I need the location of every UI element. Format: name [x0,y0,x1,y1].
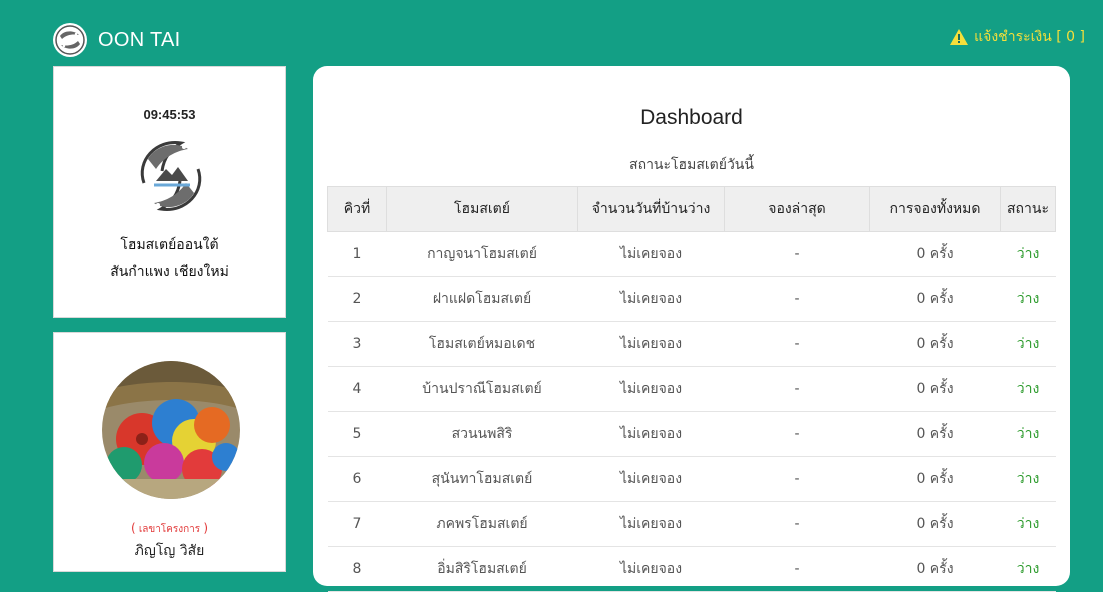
cell-homestay: กาญจนาโฮมสเตย์ [386,231,578,277]
column-header-total-bookings: การจองทั้งหมด [869,186,1001,232]
role-open-paren: ( [130,521,136,535]
avatar-image [102,361,240,499]
cell-status: ว่าง [1000,276,1056,322]
column-header-status: สถานะ [1000,186,1056,232]
brand-link[interactable]: OON TAI [52,22,180,58]
cell-free-days: ไม่เคยจอง [577,276,725,322]
cell-homestay: บ้านปราณีโฮมสเตย์ [386,366,578,412]
page-title: Dashboard [640,106,743,129]
table-row: 7 ภคพรโฮมสเตย์ ไม่เคยจอง - 0 ครั้ง ว่าง [327,501,1056,547]
column-header-free-days: จำนวนวันที่บ้านว่าง [577,186,725,232]
cell-free-days: ไม่เคยจอง [577,231,725,277]
cell-queue: 8 [327,546,387,592]
cell-homestay: โฮมสเตย์หมอเดช [386,321,578,367]
cell-total: 0 ครั้ง [869,411,1001,457]
cell-latest: - [724,546,870,592]
cell-free-days: ไม่เคยจอง [577,501,725,547]
cell-queue: 6 [327,456,387,502]
column-header-queue: คิวที่ [327,186,387,232]
cell-status: ว่าง [1000,456,1056,502]
cell-free-days: ไม่เคยจอง [577,546,725,592]
page-subtitle: สถานะโฮมสเตย์วันนี้ [629,157,754,173]
cell-queue: 2 [327,276,387,322]
cell-total: 0 ครั้ง [869,321,1001,367]
cell-latest: - [724,276,870,322]
cell-status: ว่าง [1000,501,1056,547]
cell-latest: - [724,456,870,502]
payment-notification-label: แจ้งชำระเงิน [ 0 ] [974,29,1085,45]
role-label: ( เลขาโครงการ ) [54,521,285,537]
homestay-status-table: คิวที่ โฮมสเตย์ จำนวนวันที่บ้านว่าง จองล… [327,186,1056,592]
cell-queue: 7 [327,501,387,547]
cell-free-days: ไม่เคยจอง [577,366,725,412]
column-header-latest-booking: จองล่าสุด [724,186,870,232]
cell-latest: - [724,231,870,277]
cell-latest: - [724,501,870,547]
cell-latest: - [724,321,870,367]
table-header-row: คิวที่ โฮมสเตย์ จำนวนวันที่บ้านว่าง จองล… [327,186,1056,232]
dashboard-card: Dashboard สถานะโฮมสเตย์วันนี้ คิวที่ โฮม… [313,66,1070,592]
profile-card: ( เลขาโครงการ ) ภิญโญ วิสัย [53,332,286,572]
homestay-name: โฮมสเตย์ออนใต้ สันกำแพง เชียงใหม่ [54,232,285,286]
table-row: 5 สวนนพสิริ ไม่เคยจอง - 0 ครั้ง ว่าง [327,411,1056,457]
warning-triangle-icon [950,29,969,45]
cell-homestay: อิ่มสิริโฮมสเตย์ [386,546,578,592]
homestay-name-line2: สันกำแพง เชียงใหม่ [110,264,229,280]
top-navbar: OON TAI แจ้งชำระเงิน [ 0 ] [0,0,1103,66]
cell-total: 0 ครั้ง [869,456,1001,502]
cell-total: 0 ครั้ง [869,546,1001,592]
cell-queue: 1 [327,231,387,277]
table-row: 1 กาญจนาโฮมสเตย์ ไม่เคยจอง - 0 ครั้ง ว่า… [327,231,1056,277]
fish-logo-icon [53,23,87,57]
cell-status: ว่าง [1000,366,1056,412]
cell-homestay: สวนนพสิริ [386,411,578,457]
column-header-homestay: โฮมสเตย์ [386,186,578,232]
table-row: 4 บ้านปราณีโฮมสเตย์ ไม่เคยจอง - 0 ครั้ง … [327,366,1056,412]
cell-total: 0 ครั้ง [869,276,1001,322]
homestay-name-line1: โฮมสเตย์ออนใต้ [120,237,219,253]
cell-queue: 3 [327,321,387,367]
role-close-paren: ) [203,521,209,535]
cell-homestay: ภคพรโฮมสเตย์ [386,501,578,547]
homestay-info-card: 09:45:53 โฮมสเตย์ออนใต้ สันกำแพง เชียงให… [53,66,286,318]
cell-free-days: ไม่เคยจอง [577,411,725,457]
person-name: ภิญโญ วิสัย [134,543,205,559]
clock: 09:45:53 [143,107,196,122]
cell-status: ว่าง [1000,321,1056,367]
table-row: 2 ฝาแฝดโฮมสเตย์ ไม่เคยจอง - 0 ครั้ง ว่าง [327,276,1056,322]
avatar [102,361,240,499]
cell-free-days: ไม่เคยจอง [577,456,725,502]
cell-free-days: ไม่เคยจอง [577,321,725,367]
table-row: 3 โฮมสเตย์หมอเดช ไม่เคยจอง - 0 ครั้ง ว่า… [327,321,1056,367]
brand-name: OON TAI [98,28,181,51]
cell-status: ว่าง [1000,231,1056,277]
role-text: เลขาโครงการ [138,524,201,535]
cell-total: 0 ครั้ง [869,231,1001,277]
cell-queue: 5 [327,411,387,457]
table-row: 6 สุนันทาโฮมสเตย์ ไม่เคยจอง - 0 ครั้ง ว่… [327,456,1056,502]
cell-latest: - [724,366,870,412]
cell-homestay: สุนันทาโฮมสเตย์ [386,456,578,502]
fish-mountain-logo-icon [140,141,202,211]
cell-total: 0 ครั้ง [869,501,1001,547]
cell-status: ว่าง [1000,411,1056,457]
payment-notification-link[interactable]: แจ้งชำระเงิน [ 0 ] [950,26,1085,48]
cell-total: 0 ครั้ง [869,366,1001,412]
table-row: 8 อิ่มสิริโฮมสเตย์ ไม่เคยจอง - 0 ครั้ง ว… [327,546,1056,592]
cell-status: ว่าง [1000,546,1056,592]
cell-latest: - [724,411,870,457]
cell-homestay: ฝาแฝดโฮมสเตย์ [386,276,578,322]
cell-queue: 4 [327,366,387,412]
